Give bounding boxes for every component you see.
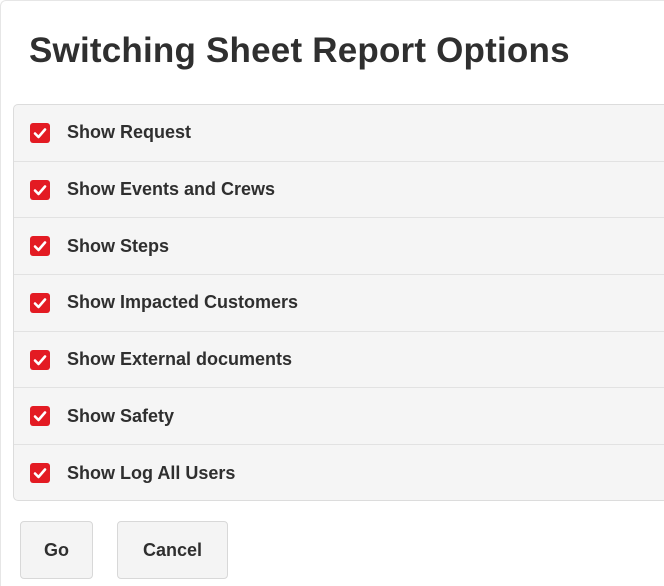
show-safety-checkbox[interactable] <box>30 406 50 427</box>
checkmark-icon <box>33 468 47 479</box>
option-show-steps[interactable]: Show Steps <box>14 218 664 276</box>
option-label: Show Log All Users <box>67 462 236 483</box>
show-events-and-crews-checkbox[interactable] <box>30 179 50 200</box>
option-show-external-documents[interactable]: Show External documents <box>14 332 664 389</box>
cancel-button[interactable]: Cancel <box>117 521 228 579</box>
show-external-documents-checkbox[interactable] <box>30 349 50 370</box>
show-steps-checkbox[interactable] <box>30 236 50 257</box>
option-show-events-and-crews[interactable]: Show Events and Crews <box>14 162 664 219</box>
option-label: Show Safety <box>67 405 175 426</box>
option-label: Show Events and Crews <box>67 179 276 200</box>
option-show-safety[interactable]: Show Safety <box>14 388 664 446</box>
go-button[interactable]: Go <box>20 521 93 579</box>
checkmark-icon <box>33 411 47 422</box>
checkmark-icon <box>33 184 47 195</box>
option-show-request[interactable]: Show Request <box>14 105 664 162</box>
option-label: Show Impacted Customers <box>67 292 299 313</box>
checkmark-icon <box>33 298 47 309</box>
option-label: Show Steps <box>67 235 170 256</box>
option-show-log-all-users[interactable]: Show Log All Users <box>14 445 664 500</box>
option-label: Show External documents <box>67 349 293 370</box>
checkmark-icon <box>33 354 47 365</box>
dialog-title: Switching Sheet Report Options <box>29 31 570 70</box>
option-show-impacted-customers[interactable]: Show Impacted Customers <box>14 275 664 332</box>
checkmark-icon <box>33 241 47 252</box>
report-options-dialog: Switching Sheet Report Options Show Requ… <box>0 0 664 586</box>
show-log-all-users-checkbox[interactable] <box>30 463 50 484</box>
options-list: Show Request Show Events and Crews Show … <box>13 104 664 501</box>
checkmark-icon <box>33 128 47 139</box>
show-request-checkbox[interactable] <box>30 122 50 143</box>
show-impacted-customers-checkbox[interactable] <box>30 292 50 313</box>
option-label: Show Request <box>67 122 192 143</box>
